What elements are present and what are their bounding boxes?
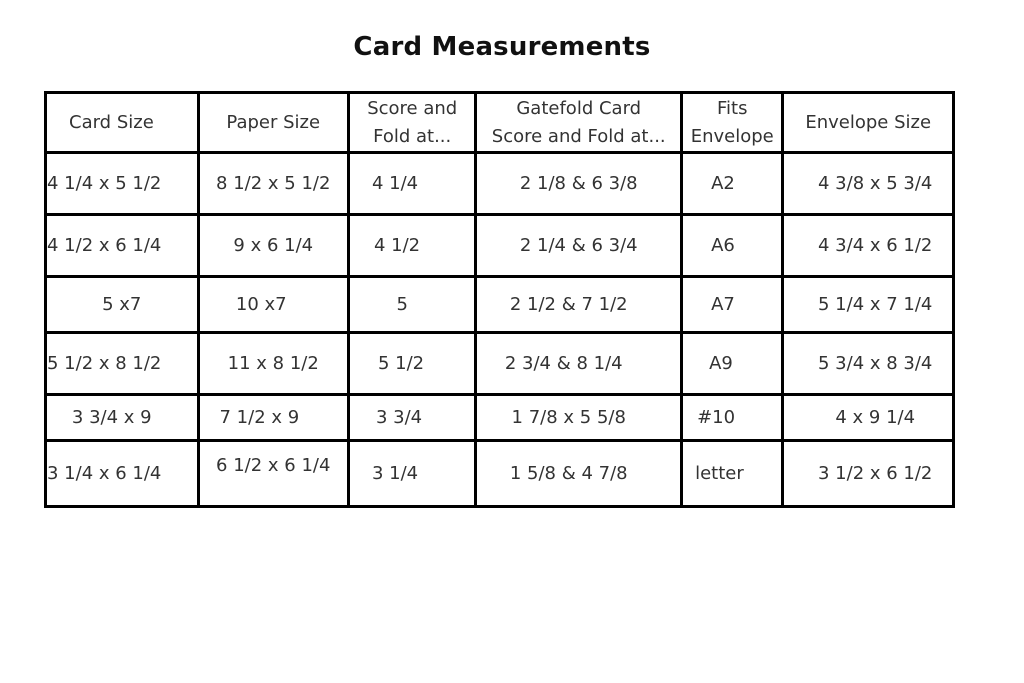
header-envelope-size: Envelope Size bbox=[781, 91, 955, 154]
cell-fits-envelope: A6 bbox=[680, 213, 785, 278]
cell-paper-size: 10 x7 bbox=[196, 275, 350, 334]
header-fits-line2: Envelope bbox=[690, 125, 774, 147]
cell-gatefold: 1 7/8 x 5 5/8 bbox=[474, 393, 684, 442]
header-fits-line1: Fits bbox=[716, 97, 748, 119]
table-row: 3 1/4 x 6 1/4 6 1/2 x 6 1/4 3 1/4 1 5/8 … bbox=[44, 439, 955, 508]
cell-envelope-size: 5 1/4 x 7 1/4 bbox=[781, 275, 955, 334]
cell-envelope-size: 5 3/4 x 8 3/4 bbox=[781, 331, 955, 396]
header-paper-size: Paper Size bbox=[196, 91, 350, 154]
header-score-fold: Score and Fold at... bbox=[346, 91, 478, 154]
cell-score-fold: 3 1/4 bbox=[346, 439, 478, 508]
cell-card-size: 3 3/4 x 9 bbox=[44, 393, 200, 442]
cell-card-size: 5 1/2 x 8 1/2 bbox=[44, 331, 200, 396]
header-score-fold-line2: Fold at... bbox=[373, 125, 452, 147]
card-measurements-table: Card Size Paper Size Score and Fold at..… bbox=[44, 91, 955, 508]
cell-gatefold: 2 3/4 & 8 1/4 bbox=[474, 331, 684, 396]
cell-card-size: 4 1/4 x 5 1/2 bbox=[44, 151, 200, 216]
header-gatefold: Gatefold Card Score and Fold at... bbox=[474, 91, 684, 154]
header-gatefold-line1: Gatefold Card bbox=[516, 97, 642, 119]
header-gatefold-line2: Score and Fold at... bbox=[491, 125, 666, 147]
table-row: 4 1/4 x 5 1/2 8 1/2 x 5 1/2 4 1/4 2 1/8 … bbox=[44, 151, 955, 216]
cell-paper-size: 11 x 8 1/2 bbox=[196, 331, 350, 396]
cell-envelope-size: 4 3/4 x 6 1/2 bbox=[781, 213, 955, 278]
cell-fits-envelope: letter bbox=[680, 439, 785, 508]
cell-paper-size: 7 1/2 x 9 bbox=[196, 393, 350, 442]
cell-fits-envelope: A7 bbox=[680, 275, 785, 334]
cell-score-fold: 3 3/4 bbox=[346, 393, 478, 442]
header-row: Card Size Paper Size Score and Fold at..… bbox=[44, 91, 955, 154]
table-row: 5 x7 10 x7 5 2 1/2 & 7 1/2 A7 5 1/4 x 7 … bbox=[44, 275, 955, 334]
cell-paper-size: 6 1/2 x 6 1/4 bbox=[196, 439, 350, 508]
cell-envelope-size: 4 3/8 x 5 3/4 bbox=[781, 151, 955, 216]
page-title: Card Measurements bbox=[353, 32, 651, 62]
cell-card-size: 5 x7 bbox=[44, 275, 200, 334]
cell-gatefold: 2 1/2 & 7 1/2 bbox=[474, 275, 684, 334]
cell-paper-size: 8 1/2 x 5 1/2 bbox=[196, 151, 350, 216]
cell-gatefold: 1 5/8 & 4 7/8 bbox=[474, 439, 684, 508]
table-row: 4 1/2 x 6 1/4 9 x 6 1/4 4 1/2 2 1/4 & 6 … bbox=[44, 213, 955, 278]
cell-fits-envelope: A2 bbox=[680, 151, 785, 216]
header-fits-envelope: Fits Envelope bbox=[680, 91, 785, 154]
cell-paper-size: 9 x 6 1/4 bbox=[196, 213, 350, 278]
cell-score-fold: 5 bbox=[346, 275, 478, 334]
cell-fits-envelope: A9 bbox=[680, 331, 785, 396]
cell-gatefold: 2 1/8 & 6 3/8 bbox=[474, 151, 684, 216]
header-card-size: Card Size bbox=[44, 91, 200, 154]
cell-score-fold: 5 1/2 bbox=[346, 331, 478, 396]
table-row: 5 1/2 x 8 1/2 11 x 8 1/2 5 1/2 2 3/4 & 8… bbox=[44, 331, 955, 396]
cell-card-size: 3 1/4 x 6 1/4 bbox=[44, 439, 200, 508]
cell-score-fold: 4 1/2 bbox=[346, 213, 478, 278]
cell-envelope-size: 3 1/2 x 6 1/2 bbox=[781, 439, 955, 508]
cell-card-size: 4 1/2 x 6 1/4 bbox=[44, 213, 200, 278]
cell-envelope-size: 4 x 9 1/4 bbox=[781, 393, 955, 442]
cell-gatefold: 2 1/4 & 6 3/4 bbox=[474, 213, 684, 278]
header-score-fold-line1: Score and bbox=[367, 97, 458, 119]
cell-score-fold: 4 1/4 bbox=[346, 151, 478, 216]
cell-fits-envelope: #10 bbox=[680, 393, 785, 442]
table-row: 3 3/4 x 9 7 1/2 x 9 3 3/4 1 7/8 x 5 5/8 … bbox=[44, 393, 955, 442]
